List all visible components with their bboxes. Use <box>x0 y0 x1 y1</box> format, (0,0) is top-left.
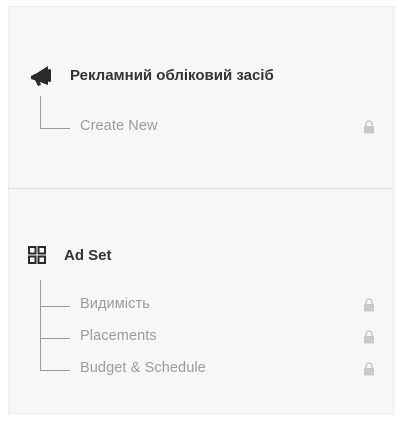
lock-icon <box>363 120 375 134</box>
tree-connector-vertical <box>40 280 41 370</box>
megaphone-icon <box>27 63 57 87</box>
ad-account-section-header[interactable]: Рекламний обліковий засіб <box>27 63 274 87</box>
grid-icon <box>27 245 47 265</box>
lock-icon <box>363 298 375 312</box>
ad-set-section-header[interactable]: Ad Set <box>27 245 112 265</box>
ad-account-title: Рекламний обліковий засіб <box>70 66 274 84</box>
tree-connector-vertical <box>40 96 41 128</box>
lock-icon <box>363 362 375 376</box>
tree-connector-horizontal <box>40 128 70 129</box>
ad-set-title: Ad Set <box>64 246 112 264</box>
lock-icon <box>363 330 375 344</box>
tree-connector-horizontal <box>40 338 70 339</box>
create-new-item[interactable]: Create New <box>80 118 158 134</box>
visibility-item[interactable]: Видимість <box>80 296 150 312</box>
budget-schedule-item[interactable]: Budget & Schedule <box>80 360 206 376</box>
tree-connector-horizontal <box>40 306 70 307</box>
placements-item[interactable]: Placements <box>80 328 157 344</box>
tree-connector-horizontal <box>40 370 70 371</box>
section-divider <box>9 188 393 189</box>
ad-builder-nav-panel: Рекламний обліковий засіб Create New Ad … <box>8 6 396 414</box>
